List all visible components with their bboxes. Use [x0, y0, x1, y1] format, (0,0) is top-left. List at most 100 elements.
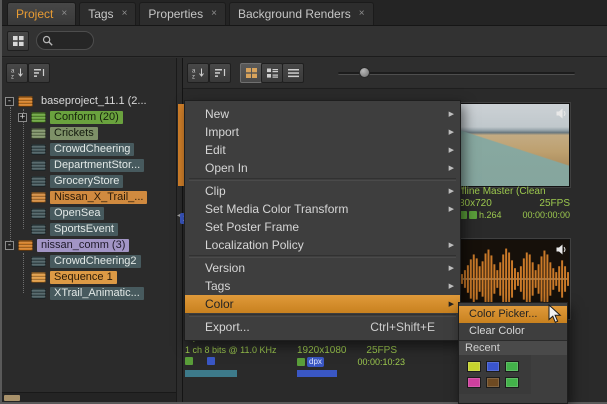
tree-item-conform-20[interactable]: + Conform (20)	[2, 109, 176, 125]
view-list-button[interactable]	[282, 63, 304, 83]
tree-item-sequence-1[interactable]: Sequence 1	[2, 269, 176, 285]
tab-project[interactable]: Project ×	[7, 2, 76, 25]
tab-close-icon[interactable]: ×	[122, 9, 128, 19]
submenu-item-label: Color Picker...	[469, 308, 537, 320]
tree-item-crowdcheering2[interactable]: CrowdCheering2	[2, 253, 176, 269]
menu-item-set-poster-frame[interactable]: Set Poster Frame	[185, 218, 460, 236]
menu-item-edit[interactable]: Edit ▶	[185, 141, 460, 159]
tree-item-crowdcheering[interactable]: CrowdCheering	[2, 141, 176, 157]
menu-item-label: Edit	[205, 143, 435, 157]
tab-close-icon[interactable]: ×	[211, 9, 217, 19]
tree-item-opensea[interactable]: OpenSea	[2, 205, 176, 221]
menu-separator	[189, 178, 456, 181]
thumbnails-view-icon	[245, 67, 258, 79]
tab-close-icon[interactable]: ×	[359, 9, 365, 19]
menu-item-label: Open In	[205, 161, 435, 175]
main-toolbar	[2, 26, 607, 57]
tree-item-departmentstor[interactable]: DepartmentStor...	[2, 157, 176, 173]
tree-item-grocerystore[interactable]: GroceryStore	[2, 173, 176, 189]
color-swatch-5[interactable]	[486, 377, 500, 388]
thumbnail-size-slider-handle[interactable]	[359, 67, 370, 78]
svg-text:z: z	[192, 74, 195, 79]
clip-icon	[18, 96, 33, 107]
media-browser-toolbar: az	[183, 58, 607, 89]
tree-horizontal-scrollbar[interactable]	[2, 392, 176, 402]
menu-item-label: Clip	[205, 184, 435, 198]
tree-expander-icon[interactable]: -	[5, 241, 14, 250]
submenu-item-clear-color[interactable]: Clear Color	[459, 323, 567, 340]
media-sort-alphabetical-button[interactable]: az	[187, 63, 209, 83]
tab-tags[interactable]: Tags ×	[79, 2, 136, 25]
clip-icon	[31, 224, 46, 235]
tab-close-icon[interactable]: ×	[61, 9, 67, 19]
recent-colors-header: Recent	[459, 340, 567, 355]
tab-background-renders[interactable]: Background Renders ×	[229, 2, 374, 25]
sort-bars-icon	[33, 67, 46, 79]
tree-expander-icon[interactable]: -	[5, 97, 14, 106]
tree-item-xtrail-animatic[interactable]: XTrail_Animatic...	[2, 285, 176, 301]
menu-separator	[189, 255, 456, 258]
tab-label: Background Renders	[238, 7, 351, 21]
sort-az-icon: az	[11, 67, 24, 79]
submenu-arrow-icon: ▶	[445, 187, 454, 195]
tree-item-label: baseproject_11.1 (2...	[37, 95, 151, 108]
video-thumbnail-offline-master[interactable]	[459, 103, 570, 187]
clip-icon	[31, 112, 46, 123]
tree-item-baseproject-11-1-2[interactable]: - baseproject_11.1 (2...	[2, 93, 176, 109]
clip-resolution-row: 1920x1080 25FPS	[297, 345, 397, 356]
search-icon	[42, 35, 54, 47]
layout-grid-button[interactable]	[7, 31, 29, 51]
menu-item-label: Set Media Color Transform	[205, 202, 435, 216]
sort-alphabetical-button[interactable]: az	[6, 63, 28, 83]
menu-item-tags[interactable]: Tags ▶	[185, 277, 460, 295]
tree-item-label: Crickets	[50, 127, 98, 140]
menu-item-set-media-color-transform[interactable]: Set Media Color Transform ▶	[185, 200, 460, 218]
color-swatch-6[interactable]	[505, 377, 519, 388]
tree-item-label: Sequence 1	[50, 271, 117, 284]
sort-order-button[interactable]	[28, 63, 50, 83]
search-box[interactable]	[36, 31, 94, 50]
clip-resolution-row: 80x720 25FPS	[459, 198, 570, 209]
clip-icon	[31, 128, 46, 139]
timecode: 00:00:00:00	[522, 210, 570, 220]
tree-item-nissan-comm-3[interactable]: - nissan_comm (3)	[2, 237, 176, 253]
menu-item-export[interactable]: Export... Ctrl+Shift+E	[185, 318, 460, 336]
tree-item-label: GroceryStore	[50, 175, 123, 188]
view-thumbnails-button[interactable]	[240, 63, 262, 83]
tree-expander-icon[interactable]: +	[18, 113, 27, 122]
color-swatch-3[interactable]	[505, 361, 519, 372]
color-swatch-1[interactable]	[467, 361, 481, 372]
thumbnail-size-slider-track[interactable]	[338, 72, 575, 75]
menu-item-label: Color	[205, 297, 435, 311]
submenu-arrow-icon: ▶	[445, 146, 454, 154]
recent-colors-grid	[459, 355, 531, 394]
scrollbar-thumb[interactable]	[4, 395, 20, 401]
tree-item-crickets[interactable]: Crickets	[2, 125, 176, 141]
tree-item-label: Conform (20)	[50, 111, 123, 124]
clip-icon	[31, 288, 46, 299]
color-swatch-2[interactable]	[486, 361, 500, 372]
online-status-icon	[185, 357, 193, 365]
menu-item-label: Export...	[205, 320, 370, 334]
menu-item-new[interactable]: New ▶	[185, 105, 460, 123]
menu-separator	[189, 314, 456, 317]
menu-item-label: Tags	[205, 279, 435, 293]
menu-item-localization-policy[interactable]: Localization Policy ▶	[185, 236, 460, 254]
color-swatch-4[interactable]	[467, 377, 481, 388]
search-input[interactable]	[54, 34, 88, 47]
grid-icon	[12, 35, 25, 47]
clip-icon	[31, 256, 46, 267]
tree-item-nissan-x-trail[interactable]: Nissan_X_Trail_...	[2, 189, 176, 205]
menu-item-open-in[interactable]: Open In ▶	[185, 159, 460, 177]
svg-text:z: z	[11, 74, 14, 79]
media-sort-order-button[interactable]	[209, 63, 231, 83]
menu-item-version[interactable]: Version ▶	[185, 259, 460, 277]
clip-icon	[31, 176, 46, 187]
view-list-thumbnails-button[interactable]	[261, 63, 283, 83]
menu-item-clip[interactable]: Clip ▶	[185, 182, 460, 200]
menu-item-color[interactable]: Color ▶	[185, 295, 460, 313]
menu-item-import[interactable]: Import ▶	[185, 123, 460, 141]
tree-item-sportsevent[interactable]: SportsEvent	[2, 221, 176, 237]
tab-properties[interactable]: Properties ×	[139, 2, 226, 25]
codec-badge: dpx	[307, 357, 324, 367]
